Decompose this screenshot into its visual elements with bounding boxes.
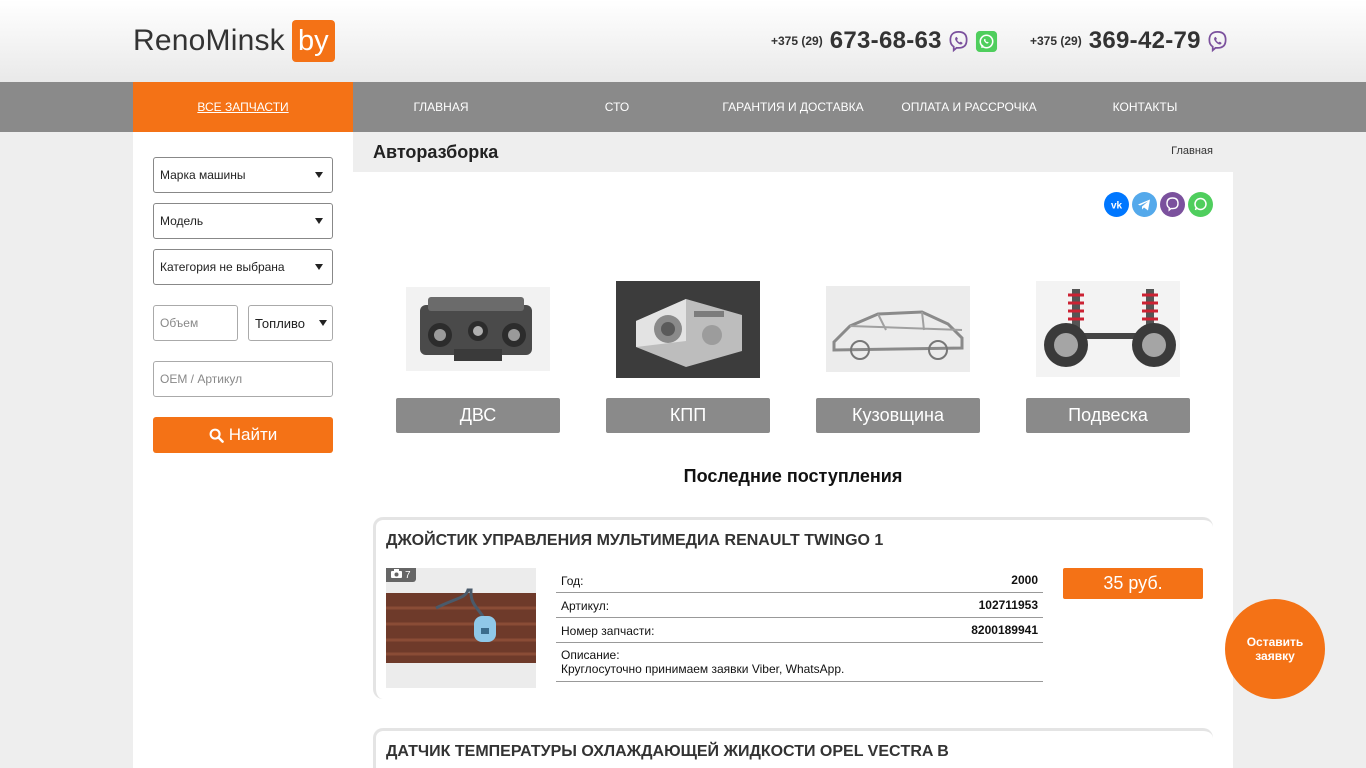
product-title[interactable]: ДЖОЙСТИК УПРАВЛЕНИЯ МУЛЬТИМЕДИА RENAULT … [386, 532, 883, 550]
nav-label: Контакты [1112, 100, 1178, 114]
phone-code: +375 (29) [1030, 34, 1082, 48]
nav-label: Все запчасти [197, 100, 289, 114]
phone-number[interactable]: 369-42-79 [1089, 27, 1201, 55]
spec-value: 2000 [1011, 573, 1038, 587]
model-select[interactable]: Модель [153, 203, 333, 239]
oem-placeholder: OEM / Артикул [160, 372, 243, 386]
nav-label: Оплата и рассрочка [901, 100, 1037, 114]
make-select[interactable]: Марка машины [153, 157, 333, 193]
engine-image[interactable] [406, 287, 550, 371]
product-card[interactable]: ДЖОЙСТИК УПРАВЛЕНИЯ МУЛЬТИМЕДИА RENAULT … [373, 517, 1213, 699]
phone-1[interactable]: +375 (29) 673-68-63 [771, 24, 998, 58]
price-button[interactable]: 35 руб. [1063, 568, 1203, 599]
photo-count: 7 [405, 569, 411, 581]
nav-item-all-parts[interactable]: Все запчасти [133, 82, 353, 132]
telegram-icon[interactable] [1132, 192, 1157, 217]
phone-2[interactable]: +375 (29) 369-42-79 [1030, 24, 1229, 58]
main-content: Авторазборка Главная vk ДВС КПП Кузовщин… [353, 132, 1233, 768]
spec-row-article: Артикул: 102711953 [556, 593, 1043, 618]
section-title: Последние поступления [683, 466, 903, 486]
search-button-label: Найти [228, 425, 278, 444]
spec-row-year: Год: 2000 [556, 568, 1043, 593]
spec-row-description: Описание: Круглосуточно принимаем заявки… [556, 643, 1043, 682]
suspension-image[interactable] [1036, 281, 1180, 377]
chevron-down-icon [315, 264, 323, 270]
phone-number[interactable]: 673-68-63 [830, 27, 942, 55]
logo-badge: by [291, 20, 335, 62]
oem-input[interactable]: OEM / Артикул [153, 361, 333, 397]
category-select-value: Категория не выбрана [160, 260, 285, 274]
car-body-image[interactable] [826, 286, 970, 372]
volume-placeholder: Объем [160, 316, 199, 330]
category-button-engine[interactable]: ДВС [396, 398, 560, 433]
callback-line-1: Оставить [1246, 635, 1304, 649]
description-text: Круглосуточно принимаем заявки Viber, Wh… [561, 662, 845, 676]
vk-icon[interactable]: vk [1104, 192, 1129, 217]
spec-key: Артикул: [561, 599, 610, 613]
camera-icon [391, 569, 402, 581]
main-nav: Все запчасти Главная СТО Гарантия и дост… [0, 82, 1366, 132]
logo-text: RenoMinsk [133, 24, 285, 57]
nav-label: Главная [413, 100, 469, 114]
phone-code: +375 (29) [771, 34, 823, 48]
gearbox-image[interactable] [616, 281, 760, 378]
site-header: RenoMinsk by +375 (29) 673-68-63 +375 (2… [0, 0, 1366, 82]
nav-item-sto[interactable]: СТО [529, 82, 705, 132]
svg-text:vk: vk [1111, 201, 1123, 212]
spec-table: Год: 2000 Артикул: 102711953 Номер запча… [556, 568, 1043, 682]
fuel-select[interactable]: Топливо [248, 305, 333, 341]
category-button-gearbox[interactable]: КПП [606, 398, 770, 433]
nav-item-home[interactable]: Главная [353, 82, 529, 132]
photo-count-badge: 7 [386, 568, 416, 582]
nav-item-payment[interactable]: Оплата и рассрочка [881, 82, 1057, 132]
nav-item-warranty[interactable]: Гарантия и доставка [705, 82, 881, 132]
chevron-down-icon [315, 172, 323, 178]
make-select-value: Марка машины [160, 168, 246, 182]
whatsapp-icon[interactable] [975, 30, 998, 53]
site-logo[interactable]: RenoMinsk by [133, 20, 335, 62]
spec-key: Номер запчасти: [561, 624, 655, 638]
leave-request-button[interactable]: Оставить заявку [1225, 599, 1325, 699]
chevron-down-icon [315, 218, 323, 224]
spec-value: 8200189941 [971, 623, 1038, 637]
fuel-select-value: Топливо [255, 315, 306, 331]
category-button-suspension[interactable]: Подвеска [1026, 398, 1190, 433]
product-photo[interactable]: 7 [386, 568, 536, 688]
model-select-value: Модель [160, 214, 204, 228]
whatsapp-icon[interactable] [1188, 192, 1213, 217]
breadcrumb[interactable]: Главная [1171, 145, 1213, 157]
callback-line-2: заявку [1255, 649, 1295, 663]
search-button[interactable]: Найти [153, 417, 333, 453]
product-card[interactable]: ДАТЧИК ТЕМПЕРАТУРЫ ОХЛАЖДАЮЩЕЙ ЖИДКОСТИ … [373, 728, 1213, 768]
spec-key: Год: [561, 574, 584, 588]
nav-label: Гарантия и доставка [722, 100, 864, 114]
category-select[interactable]: Категория не выбрана [153, 249, 333, 285]
category-button-body[interactable]: Кузовщина [816, 398, 980, 433]
nav-item-contacts[interactable]: Контакты [1057, 82, 1233, 132]
search-icon [209, 428, 224, 443]
page-title: Авторазборка [373, 142, 499, 162]
spec-value: 102711953 [978, 598, 1038, 612]
viber-icon[interactable] [947, 30, 970, 53]
filter-sidebar: Марка машины Модель Категория не выбрана… [133, 132, 353, 768]
viber-icon[interactable] [1206, 30, 1229, 53]
viber-icon[interactable] [1160, 192, 1185, 217]
chevron-down-icon [319, 320, 327, 326]
spec-key: Описание: [561, 648, 620, 662]
nav-label: СТО [604, 100, 630, 114]
product-title[interactable]: ДАТЧИК ТЕМПЕРАТУРЫ ОХЛАЖДАЮЩЕЙ ЖИДКОСТИ … [386, 743, 949, 761]
spec-row-part-number: Номер запчасти: 8200189941 [556, 618, 1043, 643]
volume-input[interactable]: Объем [153, 305, 238, 341]
title-bar: Авторазборка Главная [353, 132, 1233, 172]
